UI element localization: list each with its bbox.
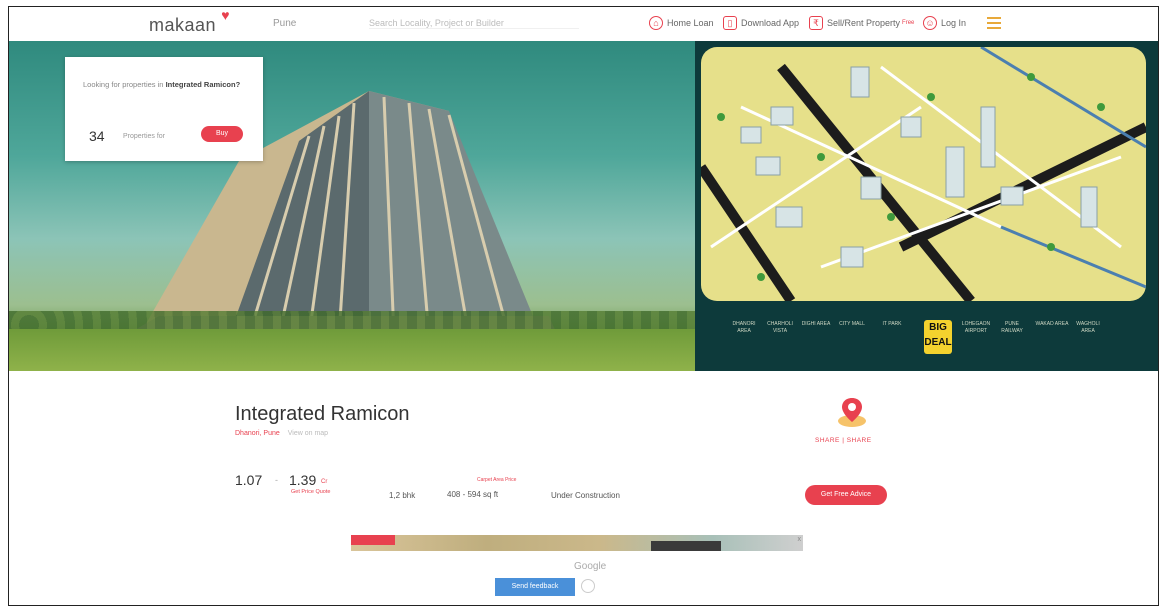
ad-provider-label: Google: [574, 561, 607, 572]
send-feedback-button[interactable]: Send feedback: [495, 578, 575, 596]
property-count: 34: [89, 128, 105, 144]
landmark-label: WAKAD AREA: [1035, 321, 1069, 327]
bhk-config: 1,2 bhk: [389, 491, 416, 500]
heart-logo-icon: ♥: [221, 7, 231, 23]
big-deal-logo: BIG DEAL: [924, 320, 952, 354]
tag-icon: ₹: [809, 16, 823, 30]
buy-prompt-question: Looking for properties in Integrated Ram…: [83, 79, 251, 91]
sell-rent-label: Sell/Rent Property: [827, 18, 901, 28]
landmark-label: PUNE RAILWAY: [1001, 321, 1023, 334]
hamburger-menu-icon[interactable]: [987, 17, 1001, 32]
locality-name: Dhanori, Pune: [235, 430, 280, 437]
download-app-label: Download App: [741, 18, 800, 28]
landmark-strip: DHANORI AREA CHARHOLI VISTA DIGHI AREA C…: [695, 309, 1158, 371]
area-price-label: Carpet Area Price: [477, 477, 517, 483]
buy-prompt-project: Integrated Ramicon?: [165, 80, 241, 89]
project-locality[interactable]: Dhanori, Pune View on map: [235, 430, 328, 437]
makaan-logo[interactable]: makaan ♥: [149, 7, 230, 36]
logo-text: makaan: [149, 15, 217, 35]
landmark-label: CITY MALL: [839, 321, 865, 327]
project-title: Integrated Ramicon: [235, 403, 410, 425]
browser-frame: makaan ♥ Pune Search Locality, Project o…: [8, 6, 1159, 606]
buy-button[interactable]: Buy: [201, 126, 243, 142]
landmark-label: WAGHOLI AREA: [1076, 321, 1100, 334]
ad-tag: [351, 535, 395, 545]
login-label: Log In: [941, 18, 967, 28]
buy-prompt-prefix: Looking for properties in: [83, 80, 164, 89]
home-loan-icon: ⌂: [649, 16, 663, 30]
ad-dark-block: [651, 541, 721, 551]
map-pin-icon: [838, 398, 866, 427]
view-on-map-link[interactable]: View on map: [288, 430, 328, 437]
home-loan-link[interactable]: ⌂ Home Loan: [649, 16, 714, 30]
city-selector[interactable]: Pune: [273, 18, 296, 29]
carpet-area: 408 - 594 sq ft: [447, 490, 499, 499]
city-map-illustration: [701, 47, 1146, 301]
location-map-banner[interactable]: DHANORI AREA CHARHOLI VISTA DIGHI AREA C…: [695, 41, 1158, 371]
mobile-icon: ▯: [723, 16, 737, 30]
download-app-link[interactable]: ▯ Download App: [723, 16, 799, 30]
price-quote-link[interactable]: Get Price Quote: [291, 489, 330, 495]
price-high: 1.39: [289, 472, 317, 488]
sell-rent-link[interactable]: ₹ Sell/Rent Property Free: [809, 16, 914, 30]
landmark-label: LOHEGAON AIRPORT: [961, 321, 991, 334]
home-loan-label: Home Loan: [667, 18, 714, 28]
search-input[interactable]: Search Locality, Project or Builder: [369, 18, 579, 29]
get-advice-button[interactable]: Get Free Advice: [805, 485, 887, 505]
landmark-label: IT PARK: [882, 321, 902, 327]
price-separator: -: [275, 475, 278, 485]
buy-prompt-card: Looking for properties in Integrated Ram…: [65, 57, 263, 161]
free-badge: Free: [902, 20, 915, 26]
landmark-label: DHANORI AREA: [732, 321, 756, 334]
landmark-label: DIGHI AREA: [801, 321, 831, 327]
property-count-label: Properties for: [123, 133, 166, 140]
landmark-label: CHARHOLI VISTA: [767, 321, 793, 334]
price-low: 1.07: [235, 472, 263, 488]
ad-info-icon[interactable]: [581, 579, 595, 593]
price-unit: Cr: [321, 479, 328, 485]
share-link[interactable]: SHARE | SHARE: [815, 437, 872, 444]
lawn: [9, 329, 695, 371]
top-nav: makaan ♥ Pune Search Locality, Project o…: [9, 7, 1158, 42]
project-hero-image: Looking for properties in Integrated Ram…: [9, 41, 695, 371]
login-link[interactable]: ☺ Log In: [923, 16, 966, 30]
ad-banner[interactable]: x: [351, 535, 803, 551]
map-graphic: [701, 47, 1146, 301]
user-icon: ☺: [923, 16, 937, 30]
ad-close-icon[interactable]: x: [798, 536, 802, 543]
construction-status: Under Construction: [551, 491, 620, 500]
